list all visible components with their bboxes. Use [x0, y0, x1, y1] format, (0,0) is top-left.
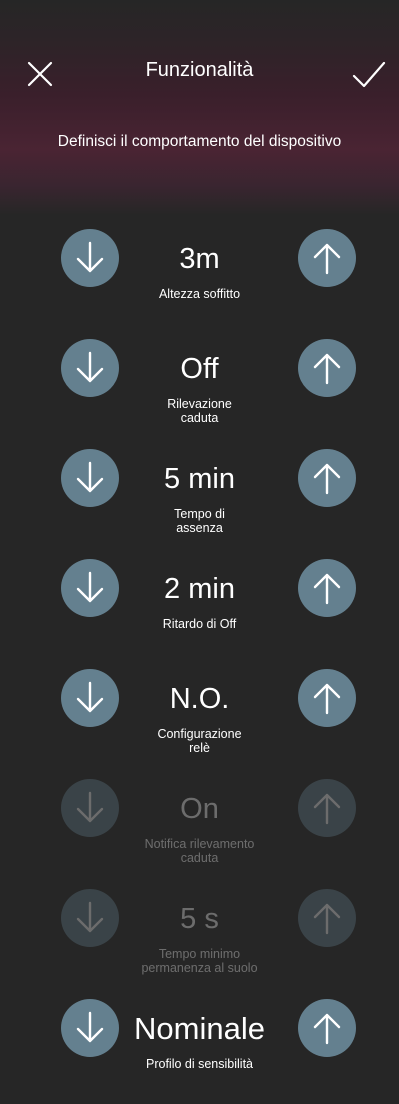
- setting-label: Tempo minimo permanenza al suolo: [141, 947, 258, 975]
- setting-label: Altezza soffitto: [158, 287, 241, 301]
- setting-value: Off: [180, 353, 219, 385]
- arrow-up-icon: [313, 793, 341, 825]
- arrow-up-icon: [313, 573, 341, 605]
- arrow-up-icon: [313, 903, 341, 935]
- settings-list: 3m Altezza soffitto Off Rilevazione caduta 5…: [0, 222, 399, 1102]
- arrow-up-icon: [313, 1013, 341, 1045]
- setting-value: On: [180, 793, 219, 825]
- setting-value: 3m: [179, 243, 220, 275]
- setting-row: 5 min Tempo di assenza: [0, 442, 399, 552]
- arrow-up-icon: [313, 683, 341, 715]
- setting-label: Rilevazione caduta: [167, 397, 232, 425]
- checkmark-icon: [352, 61, 386, 88]
- increase-button[interactable]: [298, 339, 356, 397]
- setting-row: Off Rilevazione caduta: [0, 332, 399, 442]
- setting-row: 2 min Ritardo di Off: [0, 552, 399, 662]
- setting-row: Nominale Profilo di sensibilità: [0, 992, 399, 1102]
- setting-label: Ritardo di Off: [162, 617, 237, 631]
- page-title: Funzionalità: [145, 59, 254, 81]
- increase-button: [298, 779, 356, 837]
- increase-button: [298, 889, 356, 947]
- setting-value: 5 s: [180, 903, 219, 935]
- setting-row: On Notifica rilevamento caduta: [0, 772, 399, 882]
- arrow-up-icon: [313, 353, 341, 385]
- arrow-up-icon: [313, 243, 341, 275]
- page-subtitle: Definisci il comportamento del dispositi…: [57, 133, 342, 150]
- setting-label: Configurazione relè: [157, 727, 242, 755]
- setting-value: 5 min: [164, 463, 235, 495]
- setting-row: N.O. Configurazione relè: [0, 662, 399, 772]
- setting-value: 2 min: [164, 573, 235, 605]
- increase-button[interactable]: [298, 449, 356, 507]
- setting-label: Notifica rilevamento caduta: [144, 837, 255, 865]
- increase-button[interactable]: [298, 999, 356, 1057]
- setting-row: 3m Altezza soffitto: [0, 222, 399, 332]
- increase-button[interactable]: [298, 229, 356, 287]
- setting-row: 5 s Tempo minimo permanenza al suolo: [0, 882, 399, 992]
- increase-button[interactable]: [298, 669, 356, 727]
- arrow-up-icon: [313, 463, 341, 495]
- header-background: [0, 0, 399, 215]
- setting-value: N.O.: [169, 683, 230, 715]
- top-bar: Funzionalità: [0, 40, 399, 105]
- increase-button[interactable]: [298, 559, 356, 617]
- setting-value: Nominale: [134, 1011, 265, 1046]
- confirm-button[interactable]: [346, 57, 388, 91]
- setting-label: Profilo di sensibilità: [146, 1057, 253, 1071]
- setting-label: Tempo di assenza: [174, 507, 225, 535]
